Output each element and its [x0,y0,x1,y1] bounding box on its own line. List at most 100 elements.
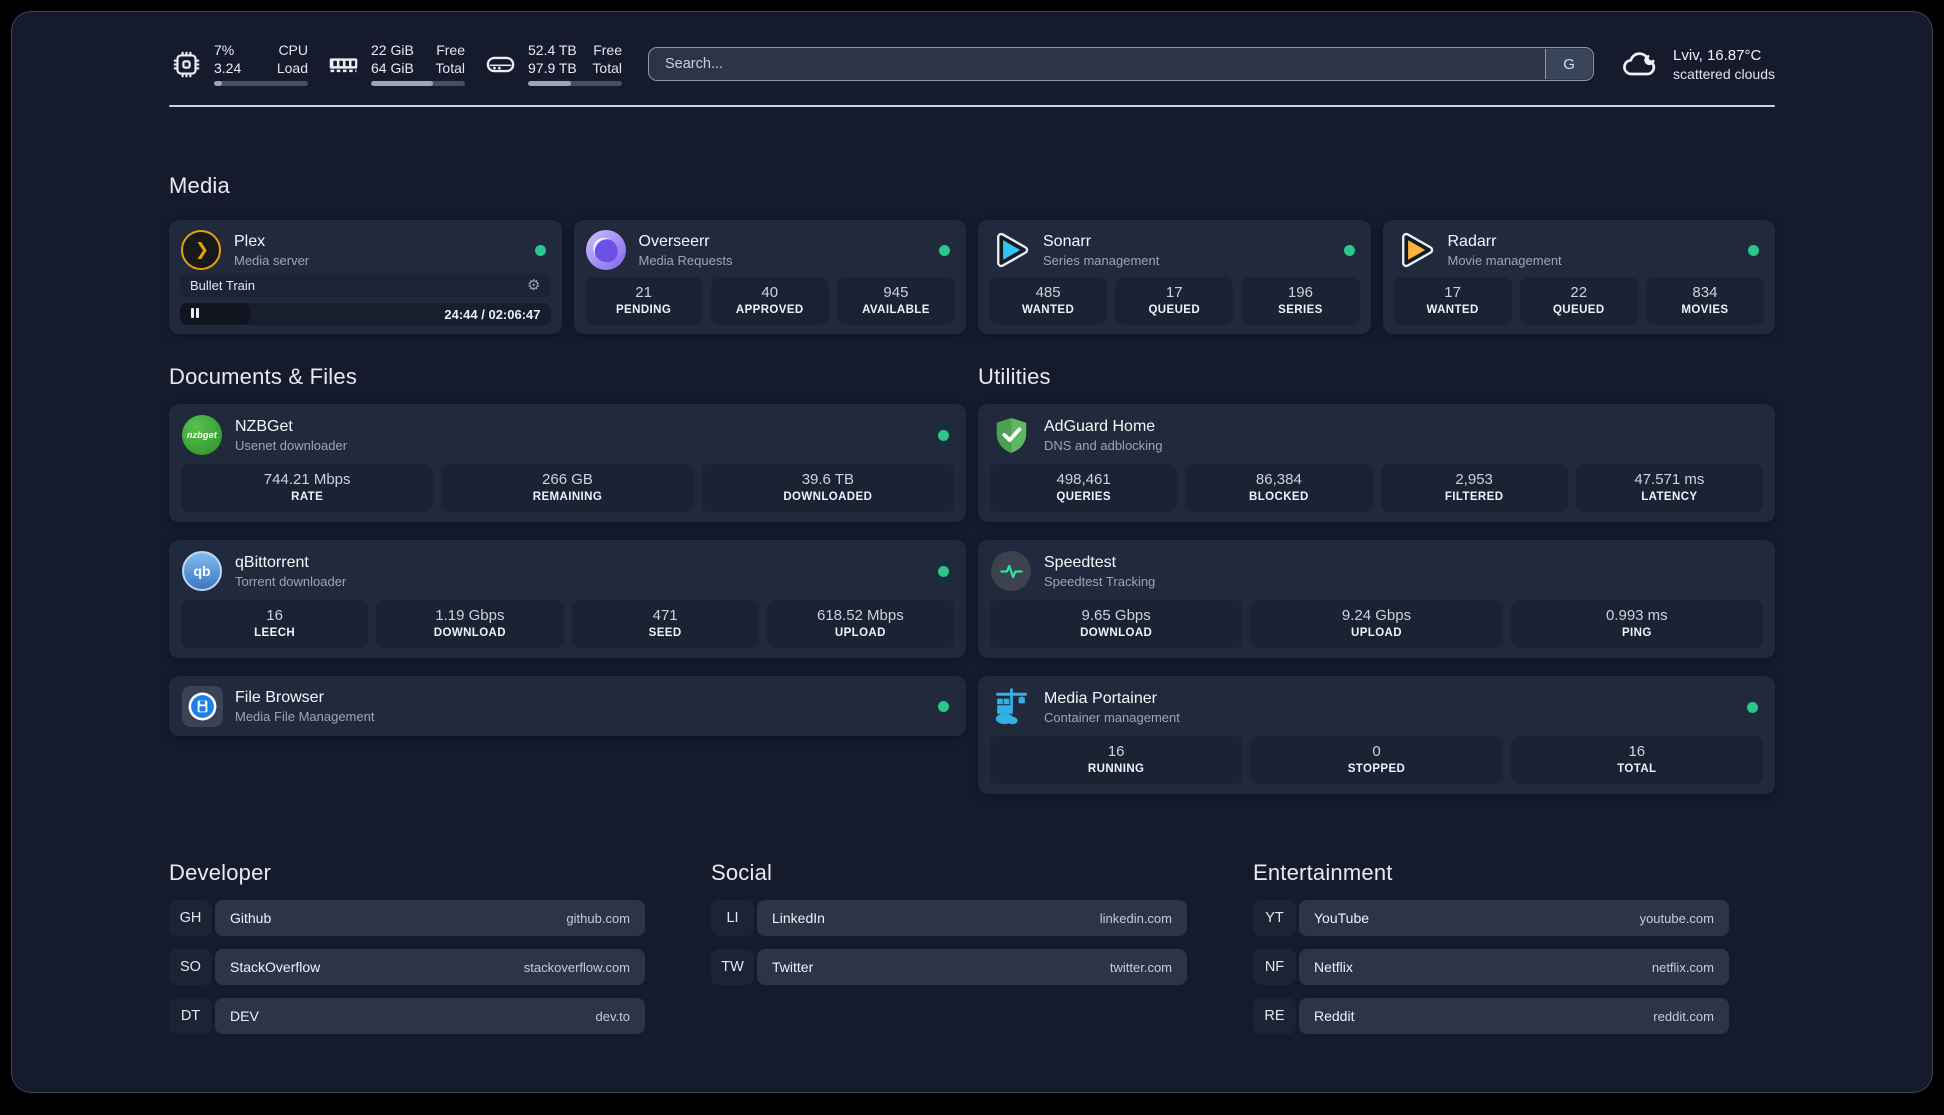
stat-value: 17 [1444,284,1461,302]
stat-tile-approved: 40 APPROVED [710,277,829,325]
stat-value: 196 [1287,284,1313,302]
status-dot-online [534,244,546,256]
stat-tile-queries: 498,461 QUERIES [990,464,1178,512]
bookmark-link-youtube[interactable]: YT YouTube youtube.com [1253,900,1729,936]
stat-labels: Free Total [592,42,622,76]
service-subtitle: Speedtest Tracking [1044,573,1156,589]
stat-tile-running: 16 RUNNING [990,736,1243,784]
bookmark-abbr: GH [169,900,212,936]
stat-value: 40 [761,284,779,302]
stat-label: MOVIES [1681,304,1729,317]
stat-value: 16 [1107,743,1125,761]
gear-icon[interactable]: ⚙ [527,278,540,293]
stat-label: RUNNING [1087,763,1145,776]
stat-label: SERIES [1278,304,1323,317]
weather-widget: Lviv, 16.87°C scattered clouds [1620,44,1775,84]
radarr-icon [1394,229,1436,271]
stat-tile-available: 945 AVAILABLE [836,277,956,325]
service-name: Sonarr [1043,232,1092,250]
documents-cards: nzbget NZBGet Usenet downloader 744.21 Mbps… [169,404,966,736]
stat-label: FILTERED [1444,491,1504,504]
service-name: Plex [234,232,266,250]
service-card-adguard[interactable]: AdGuard Home DNS and adblocking 498,461 QUE… [978,404,1775,522]
service-card-qbittorrent[interactable]: qb qBittorrent Torrent downloader 16 LEECH 1.… [169,540,966,658]
stat-value: 17 [1165,284,1183,302]
service-subtitle: DNS and adblocking [1044,437,1163,453]
stat-values: 52.4 TB 97.9 TB [528,42,577,76]
bookmark-abbr: YT [1253,900,1296,936]
section-utilities: Utilities AdGuard Home DNS and adblocking… [978,364,1775,794]
stat-labels: CPU Load [276,42,308,76]
service-card-filebrowser[interactable]: File Browser Media File Management [169,676,966,736]
service-subtitle: Media server [234,252,310,268]
bookmark-abbr: DT [169,998,212,1034]
stat-value: 0 [1372,743,1381,761]
stat-value: 39.6 TB [801,471,854,489]
bookmark-url: netflix.com [1651,959,1714,975]
stat-tile-movies: 834 MOVIES [1645,277,1765,325]
bookmark-group-entertainment: Entertainment YT YouTube youtube.com NF Netfl… [1253,860,1729,1034]
now-playing-bar[interactable]: Bullet Train ⚙ [180,273,551,298]
stat-tile-pending: 21 PENDING [584,277,703,325]
utilities-cards: AdGuard Home DNS and adblocking 498,461 QUE… [978,404,1775,794]
stat-tile-queued: 22 QUEUED [1519,277,1638,325]
search-engine-button[interactable]: G [1545,49,1593,79]
stat-labels: Free Total [435,42,465,76]
bookmark-abbr: TW [711,949,754,985]
service-card-overseerr[interactable]: Overseerr Media Requests 21 PENDING 40 APPROV… [573,220,966,334]
search-input[interactable] [648,47,1595,81]
stat-label: TOTAL [1617,763,1657,776]
bookmark-link-twitter[interactable]: TW Twitter twitter.com [711,949,1187,985]
stat-tile-rate: 744.21 Mbps RATE [181,464,434,512]
bookmark-name: DEV [230,1008,259,1024]
playback-progress-bar[interactable]: 24:44 / 02:06:47 [180,303,551,325]
filebrowser-icon [181,685,223,727]
stat-tile-upload: 618.52 Mbps UPLOAD [766,600,954,648]
top-bar: 7% 3.24 CPU Load 22 GiB 64 GiB Free Total 52.4 T… [169,38,1775,90]
service-card-sonarr[interactable]: Sonarr Series management 485 WANTED 17 QUEUED… [978,220,1371,334]
service-name: Overseerr [638,232,710,250]
bookmark-url: youtube.com [1639,910,1714,926]
bookmark-link-stackoverflow[interactable]: SO StackOverflow stackoverflow.com [169,949,645,985]
stat-value: 47.571 ms [1634,471,1705,489]
bookmark-link-dev[interactable]: DT DEV dev.to [169,998,645,1034]
stat-label: WANTED [1426,304,1479,317]
service-card-speedtest[interactable]: Speedtest Speedtest Tracking 9.65 Gbps DOWN… [978,540,1775,658]
bookmark-link-github[interactable]: GH Github github.com [169,900,645,936]
bookmark-abbr: NF [1253,949,1296,985]
stat-tile-ping: 0.993 ms PING [1510,600,1763,648]
service-subtitle: Usenet downloader [235,437,348,453]
playback-time: 24:44 / 02:06:47 [444,306,541,322]
bookmark-link-linkedin[interactable]: LI LinkedIn linkedin.com [711,900,1187,936]
bookmark-name: Twitter [772,959,814,975]
service-name: AdGuard Home [1044,417,1156,435]
service-card-plex[interactable]: ❯ Plex Media server Bullet Train ⚙ 24:44 / 02… [169,220,562,334]
service-subtitle: Media Requests [638,252,733,268]
stat-tile-upload: 9.24 Gbps UPLOAD [1250,600,1503,648]
stat-label: WANTED [1021,304,1075,317]
stat-value: 618.52 Mbps [817,607,904,625]
cloud-icon [1620,44,1660,84]
service-name: File Browser [235,688,324,706]
section-title-documents: Documents & Files [169,364,358,389]
stat-label: QUEUED [1552,304,1605,317]
service-card-portainer[interactable]: Media Portainer Container management 16 RUN… [978,676,1775,794]
bookmark-url: stackoverflow.com [523,959,630,975]
status-dot-online [938,565,949,577]
stat-value: 0.993 ms [1605,607,1668,625]
stat-values: 7% 3.24 [214,42,242,76]
stat-label: AVAILABLE [862,304,930,317]
stat-value: 2,953 [1455,471,1493,489]
service-card-radarr[interactable]: Radarr Movie management 17 WANTED 22 QUEUED 83… [1382,220,1775,334]
bookmark-name: StackOverflow [230,959,321,975]
stat-label: QUEUED [1148,304,1201,317]
bookmark-name: YouTube [1314,910,1370,926]
plex-icon: ❯ [180,229,222,271]
bookmark-link-reddit[interactable]: RE Reddit reddit.com [1253,998,1729,1034]
stat-label: LATENCY [1641,491,1698,504]
service-subtitle: Torrent downloader [235,573,347,589]
stat-tile-total: 16 TOTAL [1510,736,1763,784]
stat-value: 744.21 Mbps [263,471,351,489]
service-card-nzbget[interactable]: nzbget NZBGet Usenet downloader 744.21 Mbps… [169,404,966,522]
bookmark-link-netflix[interactable]: NF Netflix netflix.com [1253,949,1729,985]
